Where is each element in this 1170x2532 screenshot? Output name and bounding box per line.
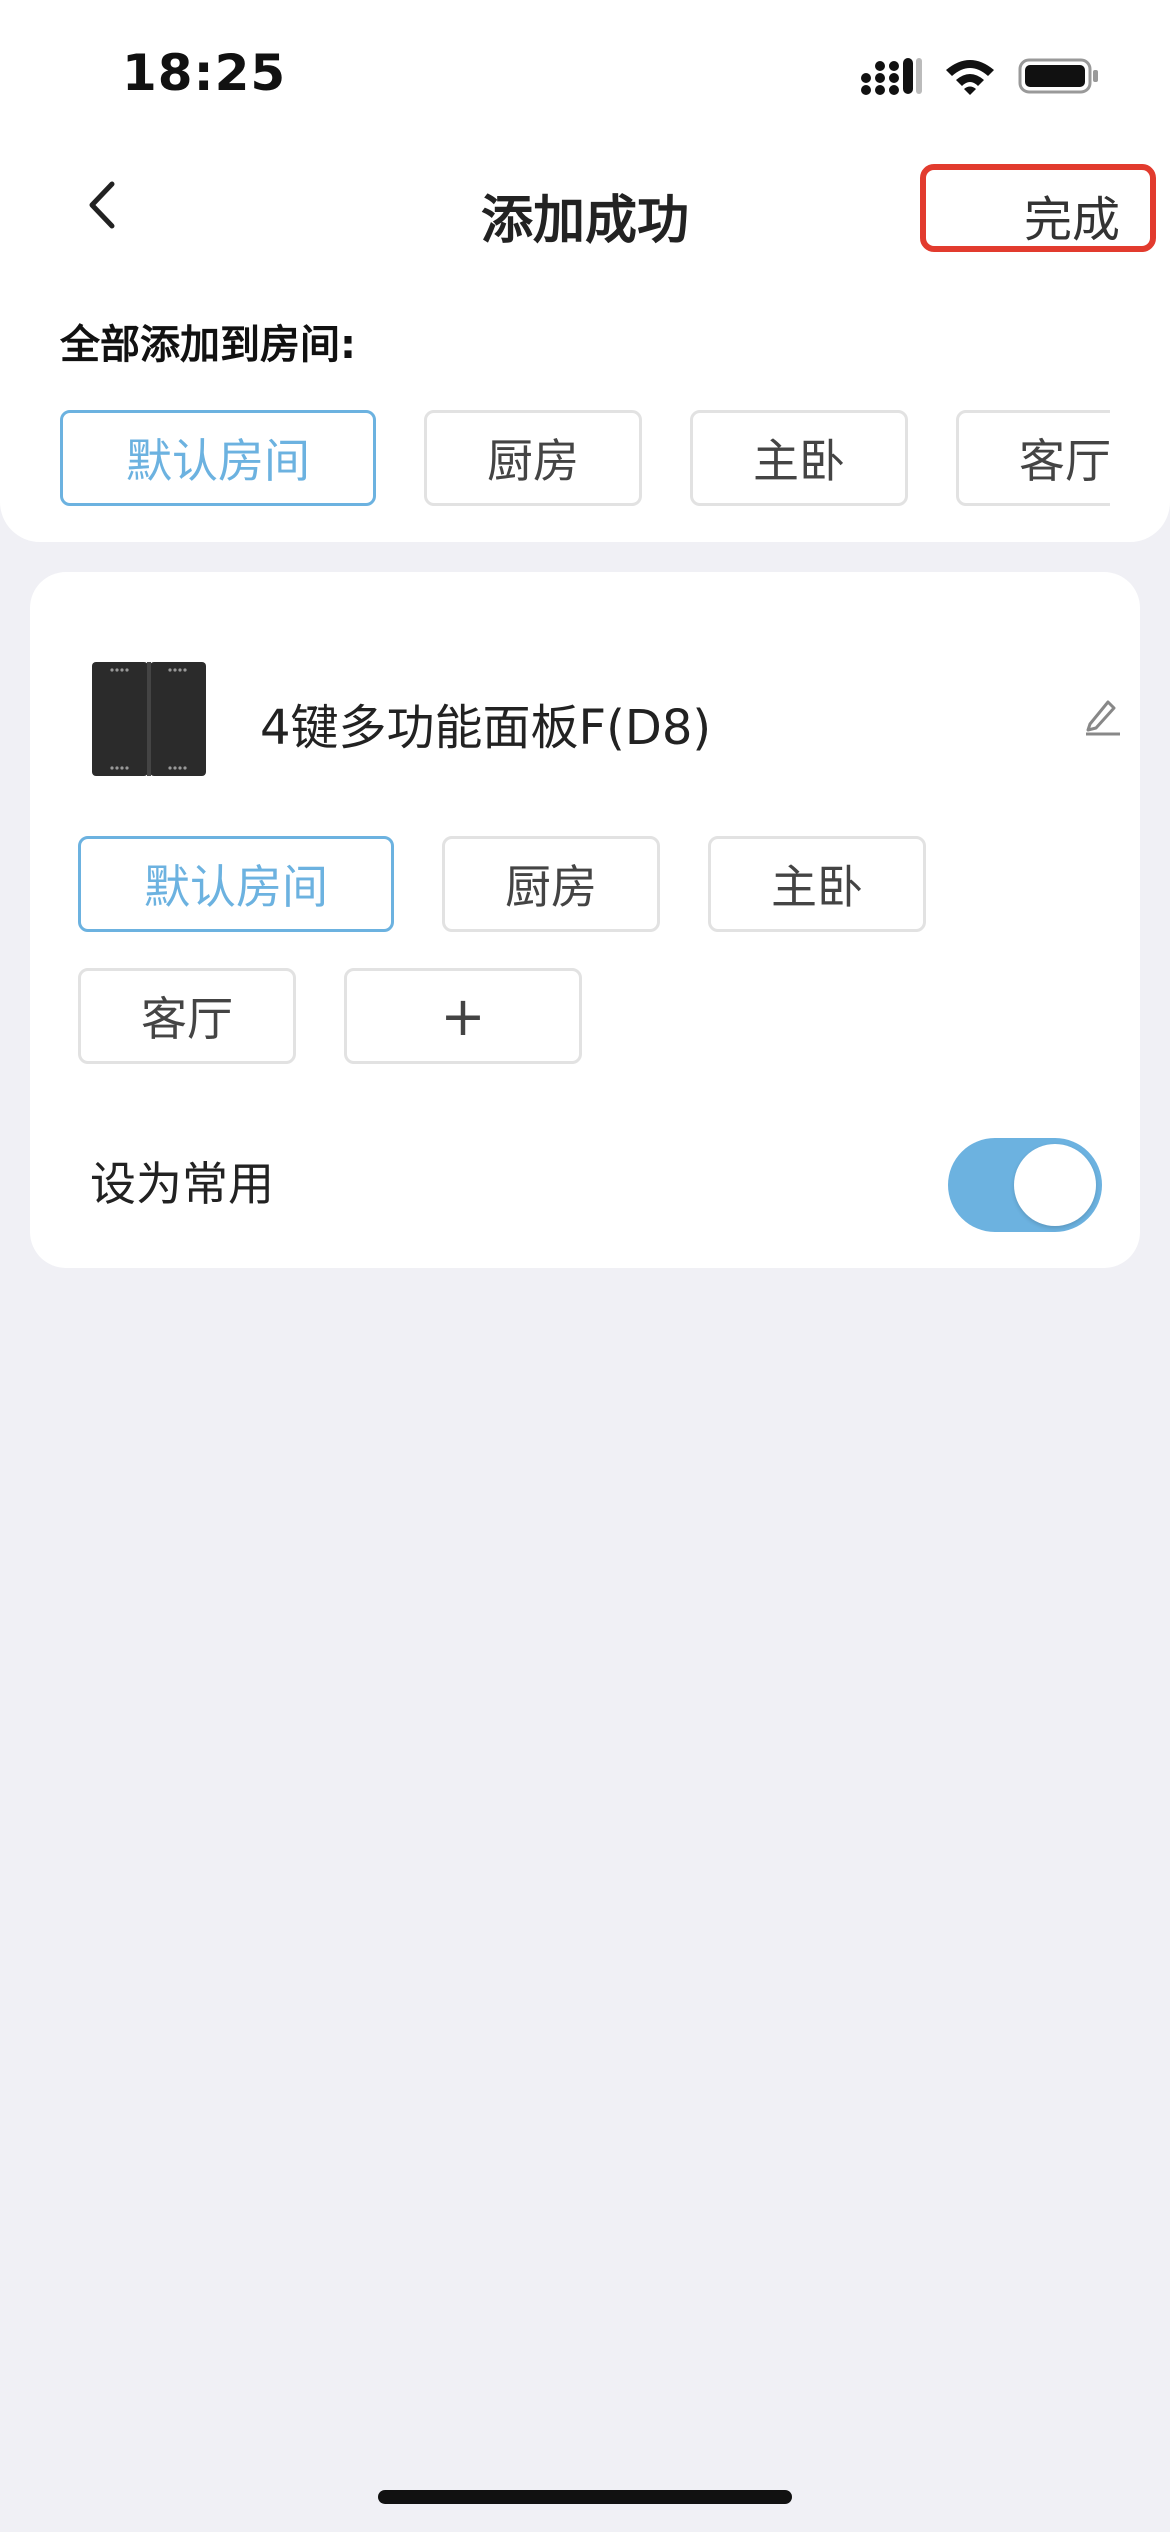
signal-icon [861,58,922,95]
bulk-room-chip-master-bedroom[interactable]: 主卧 [690,410,908,506]
status-icons [860,56,1100,96]
room-chip-kitchen[interactable]: 厨房 [442,836,660,932]
bulk-room-chip-living-room[interactable]: 客厅 [956,410,1110,506]
nav-bar: 添加成功 完成 [0,140,1170,270]
bulk-room-chip-default[interactable]: 默认房间 [60,410,376,506]
battery-icon [1018,58,1098,94]
done-button[interactable]: 完成 [1024,180,1120,250]
done-button-highlight[interactable]: 完成 [920,164,1156,252]
bulk-room-chips[interactable]: 默认房间 厨房 主卧 客厅 [60,410,1110,506]
status-bar: 18:25 [0,0,1170,140]
add-room-button[interactable]: + [344,968,582,1064]
wifi-icon [946,60,994,95]
home-indicator [378,2490,792,2504]
room-chip-living-room[interactable]: 客厅 [78,968,296,1064]
favorite-toggle[interactable] [948,1138,1102,1232]
device-name: 4键多功能面板F(D8) [260,700,712,756]
device-card: 4键多功能面板F(D8) 默认房间 厨房 主卧 客厅 + 设为常用 [30,572,1140,1268]
device-panel-image [92,662,206,776]
bulk-assign-card: 全部添加到房间: 默认房间 厨房 主卧 客厅 [0,270,1170,542]
favorite-label: 设为常用 [90,1157,274,1211]
pencil-icon[interactable] [1082,696,1122,736]
bulk-room-chip-kitchen[interactable]: 厨房 [424,410,642,506]
bulk-assign-label: 全部添加到房间: [60,322,356,368]
status-time: 18:25 [122,44,287,102]
room-chip-master-bedroom[interactable]: 主卧 [708,836,926,932]
toggle-knob [1014,1144,1096,1226]
room-chip-default[interactable]: 默认房间 [78,836,394,932]
device-room-chips: 默认房间 厨房 主卧 客厅 + [78,836,1098,1076]
